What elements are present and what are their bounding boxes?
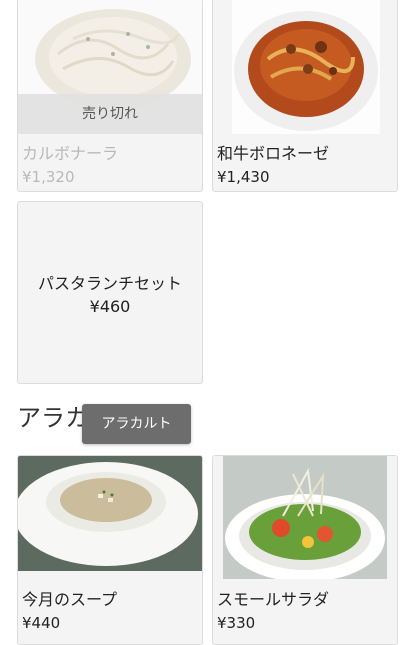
item-price: ¥460 [89,297,131,316]
menu-card-wagyu-bolognese[interactable]: 和牛ボロネーゼ ¥1,430 [212,0,398,192]
item-name: スモールサラダ [217,590,330,609]
sold-out-badge: 売り切れ [18,94,202,134]
soup-image [18,456,202,571]
item-name: パスタランチセット [37,274,182,293]
menu-card-monthly-soup[interactable]: 今月のスープ ¥440 [17,455,203,645]
item-price: ¥330 [217,614,256,632]
menu-card-carbonara[interactable]: 売り切れ カルボナーラ ¥1,320 [17,0,203,192]
salad-image [213,456,397,579]
item-name: カルボナーラ [22,144,119,163]
item-price: ¥1,430 [217,168,270,186]
category-tooltip: アラカルト [82,404,191,444]
item-name: 和牛ボロネーゼ [217,144,330,163]
menu-card-small-salad[interactable]: スモールサラダ ¥330 [212,455,398,645]
item-price: ¥440 [22,614,61,632]
item-price: ¥1,320 [22,168,75,186]
bolognese-image [213,0,397,134]
menu-card-pasta-lunch-set[interactable]: パスタランチセット ¥460 [17,201,203,384]
item-name: 今月のスープ [22,590,118,609]
